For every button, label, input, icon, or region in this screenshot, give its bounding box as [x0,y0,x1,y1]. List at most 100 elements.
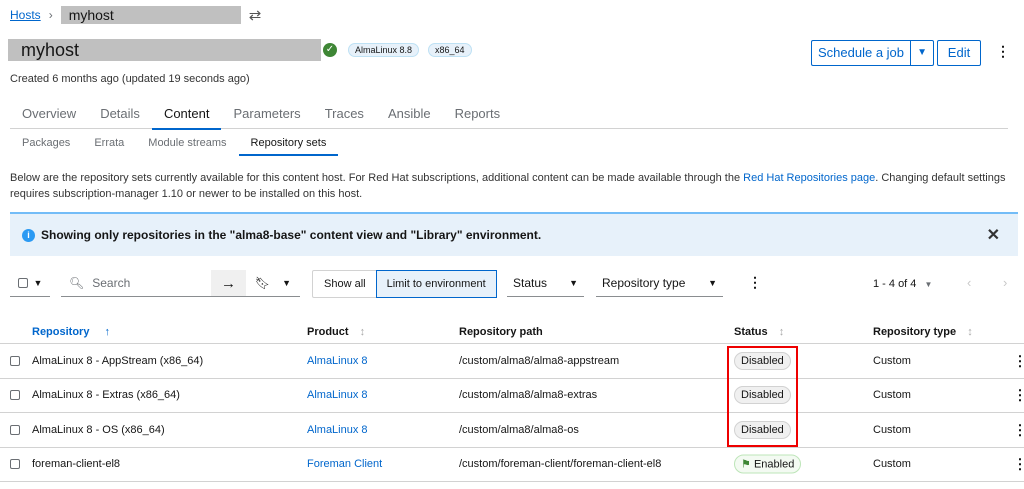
product-link[interactable]: AlmaLinux 8 [307,389,368,401]
repository-path: /custom/alma8/alma8-os [459,423,579,436]
schedule-job-button[interactable]: Schedule a job [811,40,911,66]
row-kebab-icon[interactable]: ⋮ [1013,387,1024,404]
tab-parameters[interactable]: Parameters [221,104,312,129]
repository-name: foreman-client-el8 [32,458,121,471]
edit-button[interactable]: Edit [937,40,981,66]
repository-type-filter[interactable]: Repository type ▼ [596,270,723,297]
status-text: Disabled [741,354,784,367]
product-link[interactable]: Foreman Client [307,458,382,470]
page-title: myhost [8,39,321,61]
select-all-checkbox[interactable] [17,278,28,288]
column-product[interactable]: Product ↕ [307,326,365,338]
status-filter[interactable]: Status ▼ [507,270,584,297]
sort-icon: ↕ [359,325,366,338]
column-label: Repository [32,325,90,338]
column-status[interactable]: Status ↕ [734,326,784,338]
schedule-job-dropdown[interactable]: ▼ [910,40,935,66]
column-repository-path: Repository path [459,325,543,338]
search-icon: 🔍︎ [69,276,85,290]
limit-to-environment-toggle[interactable]: Limit to environment [375,270,497,298]
row-kebab-icon[interactable]: ⋮ [1013,456,1024,473]
tab-details[interactable]: Details [88,104,152,129]
status-text: Disabled [741,423,784,436]
next-page-icon[interactable]: › [1003,275,1007,290]
subtab-packages[interactable]: Packages [10,135,82,156]
subtab-repository-sets[interactable]: Repository sets [238,135,339,156]
repository-name: AlmaLinux 8 - Extras (x86_64) [32,389,180,402]
row-checkbox[interactable] [10,424,20,435]
description-text: Below are the repository sets currently … [10,172,744,184]
os-badge: AlmaLinux 8.8 [348,43,420,57]
tab-overview[interactable]: Overview [10,104,88,129]
pagination-text: 1 - 4 of 4 [873,278,917,290]
status-badge: ⚑ Enabled [734,454,802,474]
status-ok-icon: ✓ [323,43,337,57]
bulk-select[interactable]: ▼ [10,270,50,297]
show-all-toggle[interactable]: Show all [313,271,377,297]
sort-icon: ↕ [778,325,785,338]
table-row: foreman-client-el8 Foreman Client /custo… [0,448,1024,482]
column-label: Product [307,325,349,338]
caret-down-icon: ▼ [924,280,933,289]
breadcrumb-separator-icon: › [48,8,53,22]
switch-host-icon[interactable]: ⇄ [249,6,262,24]
row-kebab-icon[interactable]: ⋮ [1013,421,1024,438]
status-badge: Disabled [734,386,791,405]
subtab-module-streams[interactable]: Module streams [136,135,238,156]
created-text: Created 6 months ago (updated 19 seconds… [10,73,250,85]
tab-content[interactable]: Content [151,104,222,130]
table-row: AlmaLinux 8 - OS (x86_64) AlmaLinux 8 /c… [0,413,1024,448]
table-row: AlmaLinux 8 - Extras (x86_64) AlmaLinux … [0,379,1024,413]
caret-down-icon: ▼ [33,278,43,288]
search-submit-button[interactable]: → [211,270,246,297]
repository-path: /custom/foreman-client/foreman-client-el… [459,458,662,471]
sort-asc-icon: ↑ [104,325,111,338]
search-input[interactable]: 🔍︎ Search [61,270,211,297]
subtab-errata[interactable]: Errata [82,135,136,156]
info-alert: i Showing only repositories in the "alma… [10,212,1018,256]
schedule-job-group: Schedule a job ▼ [811,40,935,66]
breadcrumb-hosts-link[interactable]: Hosts [10,8,41,22]
info-icon: i [22,228,35,242]
repository-name: AlmaLinux 8 - OS (x86_64) [32,423,165,436]
arch-badge: x86_64 [428,43,472,57]
status-badge: Disabled [734,420,791,439]
row-checkbox[interactable] [10,390,20,401]
caret-down-icon: ▼ [569,278,578,288]
product-link[interactable]: AlmaLinux 8 [307,424,368,436]
product-link[interactable]: AlmaLinux 8 [307,355,368,367]
alert-text: Showing only repositories in the "alma8-… [41,228,542,242]
table-header: Repository ↑ Product ↕ Repository path S… [0,320,1024,344]
breadcrumb: Hosts › myhost ⇄ [10,6,261,24]
column-label: Status [734,325,768,338]
pagination-toggle[interactable]: 1 - 4 of 4 ▼ [873,278,932,290]
search-placeholder: Search [92,276,131,290]
bookmark-icon: 🔖︎ [254,276,271,290]
repository-type: Custom [873,354,911,367]
bookmark-dropdown[interactable]: 🔖︎ ▼ [246,270,300,297]
tab-traces[interactable]: Traces [313,104,376,129]
row-checkbox[interactable] [10,355,20,366]
status-text: Enabled [753,458,795,471]
status-filter-label: Status [513,276,548,290]
prev-page-icon[interactable]: ‹ [967,275,971,290]
row-checkbox[interactable] [10,459,20,470]
repository-path: /custom/alma8/alma8-extras [459,389,598,402]
toolbar-kebab-icon[interactable]: ⋮ [748,274,762,291]
host-kebab-icon[interactable]: ⋮ [996,43,1010,60]
column-repository[interactable]: Repository ↑ [32,326,110,338]
red-hat-repositories-link[interactable]: Red Hat Repositories page [743,172,875,184]
close-icon[interactable]: ✕ [987,225,1000,245]
description: Below are the repository sets currently … [10,170,1015,202]
repository-type: Custom [873,423,911,436]
flag-icon: ⚑ [741,458,751,471]
row-kebab-icon[interactable]: ⋮ [1013,352,1024,369]
content-subtabs: Packages Errata Module streams Repositor… [10,135,339,156]
caret-down-icon: ▼ [282,278,292,288]
sort-icon: ↕ [967,325,973,338]
tab-ansible[interactable]: Ansible [376,104,443,129]
host-tabs: Overview Details Content Parameters Trac… [10,104,1008,130]
filter-toggle-group: Show all Limit to environment [312,270,497,298]
tab-reports[interactable]: Reports [443,104,513,129]
column-repository-type[interactable]: Repository type ↕ [873,326,973,338]
